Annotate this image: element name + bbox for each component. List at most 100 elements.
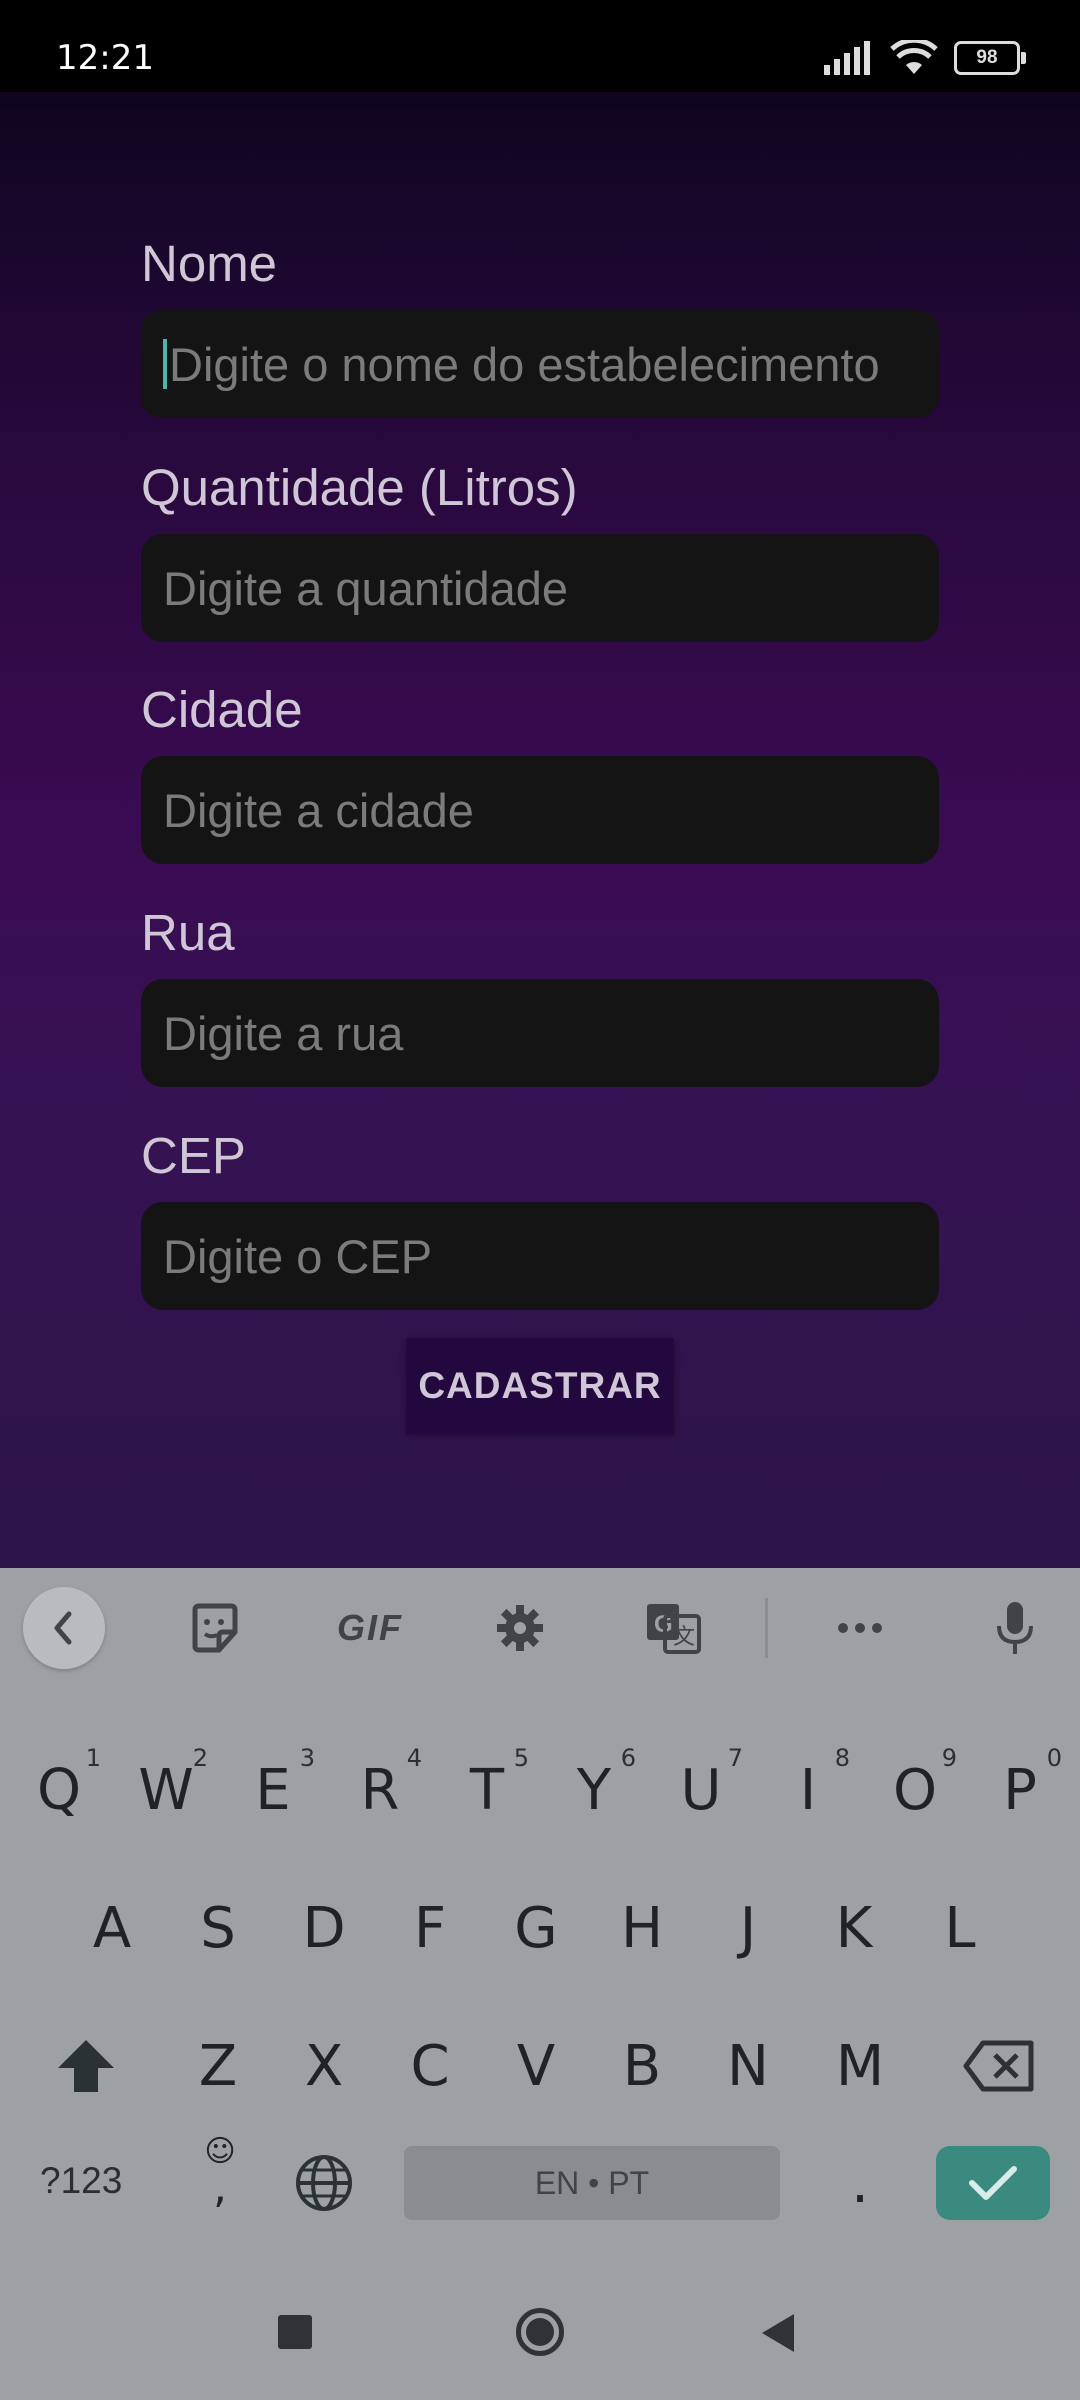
nome-placeholder: Digite o nome do estabelecimento bbox=[169, 337, 880, 391]
key-hint: 1 bbox=[85, 1744, 101, 1772]
keyboard: Q1 W2 E3 R4 T5 Y6 U7 I8 O9 P0 A S D F G … bbox=[0, 1688, 1080, 2270]
key-c[interactable]: C bbox=[378, 2006, 482, 2126]
sticker-icon bbox=[192, 1603, 238, 1653]
mic-icon bbox=[997, 1602, 1033, 1654]
key-t[interactable]: T5 bbox=[435, 1730, 539, 1850]
shift-icon bbox=[58, 2040, 114, 2092]
key-k[interactable]: K bbox=[802, 1868, 906, 1988]
key-label: Y bbox=[576, 1757, 612, 1823]
key-r[interactable]: R4 bbox=[328, 1730, 432, 1850]
key-o[interactable]: O9 bbox=[863, 1730, 967, 1850]
translate-button[interactable]: G 文 bbox=[625, 1568, 720, 1688]
label-cidade: Cidade bbox=[141, 681, 303, 738]
key-hint: 0 bbox=[1046, 1744, 1062, 1772]
wifi-icon bbox=[890, 40, 938, 74]
toolbar-back-button[interactable] bbox=[21, 1568, 107, 1688]
back-icon[interactable] bbox=[760, 2312, 796, 2354]
key-label: U bbox=[680, 1757, 722, 1823]
shift-key[interactable] bbox=[34, 2006, 138, 2126]
globe-icon bbox=[296, 2155, 352, 2211]
key-label: R bbox=[360, 1757, 400, 1823]
emoji-comma-key[interactable]: ☺ , bbox=[168, 2128, 272, 2238]
key-label: I bbox=[799, 1757, 817, 1823]
more-button[interactable] bbox=[815, 1568, 905, 1688]
key-hint: 7 bbox=[727, 1744, 743, 1772]
language-key[interactable] bbox=[272, 2128, 376, 2238]
navigation-bar bbox=[0, 2270, 1080, 2400]
key-s[interactable]: S bbox=[166, 1868, 270, 1988]
backspace-key[interactable] bbox=[944, 2006, 1054, 2126]
battery-icon: 98 bbox=[954, 41, 1026, 75]
key-hint: 8 bbox=[834, 1744, 850, 1772]
key-m[interactable]: M bbox=[808, 2006, 912, 2126]
key-w[interactable]: W2 bbox=[114, 1730, 218, 1850]
symbols-key[interactable]: ?123 bbox=[40, 2160, 122, 2202]
quantidade-placeholder: Digite a quantidade bbox=[163, 561, 569, 615]
key-hint: 2 bbox=[192, 1744, 208, 1772]
label-rua: Rua bbox=[141, 904, 235, 961]
keyboard-toolbar: GIF G 文 bbox=[0, 1568, 1080, 1688]
rua-input[interactable]: Digite a rua bbox=[141, 979, 939, 1087]
svg-text:文: 文 bbox=[673, 1625, 695, 1650]
key-x[interactable]: X bbox=[272, 2006, 376, 2126]
key-y[interactable]: Y6 bbox=[542, 1730, 646, 1850]
key-v[interactable]: V bbox=[484, 2006, 588, 2126]
key-i[interactable]: I8 bbox=[756, 1730, 860, 1850]
key-q[interactable]: Q1 bbox=[7, 1730, 111, 1850]
key-a[interactable]: A bbox=[60, 1868, 164, 1988]
key-hint: 9 bbox=[941, 1744, 957, 1772]
key-z[interactable]: Z bbox=[166, 2006, 270, 2126]
key-label: T bbox=[469, 1757, 505, 1823]
key-p[interactable]: P0 bbox=[968, 1730, 1072, 1850]
recents-icon[interactable] bbox=[278, 2315, 312, 2349]
key-b[interactable]: B bbox=[590, 2006, 694, 2126]
key-l[interactable]: L bbox=[908, 1868, 1012, 1988]
sticker-button[interactable] bbox=[170, 1568, 260, 1688]
cidade-placeholder: Digite a cidade bbox=[163, 783, 474, 837]
gif-button[interactable]: GIF bbox=[320, 1568, 420, 1688]
key-d[interactable]: D bbox=[272, 1868, 376, 1988]
key-label: P bbox=[1003, 1757, 1037, 1823]
toolbar-divider bbox=[765, 1598, 768, 1658]
key-hint: 3 bbox=[299, 1744, 315, 1772]
gif-label: GIF bbox=[337, 1607, 403, 1648]
text-cursor bbox=[163, 339, 167, 389]
voice-input-button[interactable] bbox=[970, 1568, 1060, 1688]
key-f[interactable]: F bbox=[378, 1868, 482, 1988]
chevron-left-icon bbox=[54, 1611, 72, 1645]
check-icon bbox=[969, 2166, 1017, 2200]
rua-placeholder: Digite a rua bbox=[163, 1006, 404, 1060]
key-u[interactable]: U7 bbox=[649, 1730, 753, 1850]
key-label: O bbox=[892, 1757, 938, 1823]
key-g[interactable]: G bbox=[484, 1868, 588, 1988]
label-quantidade: Quantidade (Litros) bbox=[141, 459, 578, 516]
settings-button[interactable] bbox=[475, 1568, 565, 1688]
cep-placeholder: Digite o CEP bbox=[163, 1229, 433, 1283]
label-nome: Nome bbox=[141, 235, 278, 292]
status-bar: 12:21 98 bbox=[0, 0, 1080, 92]
cadastrar-button[interactable]: CADASTRAR bbox=[406, 1338, 674, 1434]
cep-input[interactable]: Digite o CEP bbox=[141, 1202, 939, 1310]
key-label: W bbox=[138, 1757, 194, 1823]
space-bar[interactable]: EN • PT bbox=[404, 2146, 780, 2220]
key-hint: 5 bbox=[513, 1744, 529, 1772]
nome-input[interactable]: Digite o nome do estabelecimento bbox=[141, 310, 939, 418]
key-j[interactable]: J bbox=[696, 1868, 800, 1988]
key-hint: 6 bbox=[620, 1744, 636, 1772]
clock: 12:21 bbox=[56, 38, 154, 78]
status-icons: 98 bbox=[824, 38, 1026, 78]
cidade-input[interactable]: Digite a cidade bbox=[141, 756, 939, 864]
enter-key[interactable] bbox=[936, 2146, 1050, 2220]
home-icon[interactable] bbox=[516, 2308, 564, 2356]
app-screen: Nome Digite o nome do estabelecimento Qu… bbox=[0, 92, 1080, 1568]
key-n[interactable]: N bbox=[696, 2006, 800, 2126]
key-h[interactable]: H bbox=[590, 1868, 694, 1988]
more-horizontal-icon bbox=[838, 1623, 882, 1633]
translate-icon: G 文 bbox=[646, 1604, 701, 1654]
signal-icon bbox=[824, 41, 870, 75]
backspace-icon bbox=[963, 2040, 1034, 2092]
quantidade-input[interactable]: Digite a quantidade bbox=[141, 534, 939, 642]
period-key[interactable]: . bbox=[808, 2128, 912, 2238]
gear-icon bbox=[497, 1605, 543, 1651]
key-e[interactable]: E3 bbox=[221, 1730, 325, 1850]
